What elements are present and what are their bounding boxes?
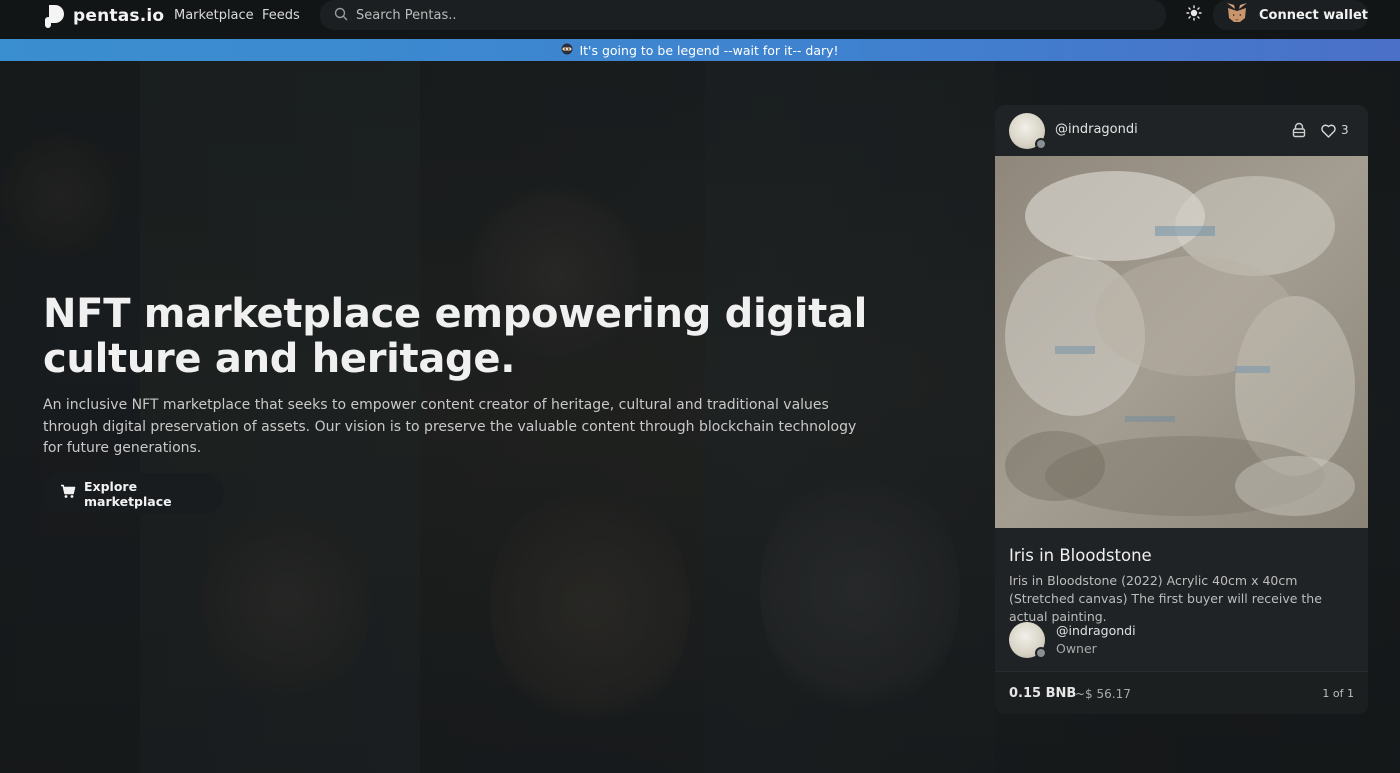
nav-link-feeds[interactable]: Feeds	[262, 8, 300, 23]
hero-description: An inclusive NFT marketplace that seeks …	[43, 397, 857, 456]
verified-badge-icon	[1035, 647, 1047, 659]
like-heart-icon[interactable]	[1321, 123, 1336, 138]
connect-wallet-button[interactable]: Connect wallet	[1213, 0, 1368, 30]
nft-usd-price: ~$ 56.17	[1075, 687, 1131, 701]
nft-price: 0.15 BNB	[1009, 686, 1077, 701]
brand-name: pentas.io	[73, 6, 165, 26]
creator-username[interactable]: @indragondi	[1055, 122, 1138, 137]
shopping-cart-icon	[60, 484, 76, 503]
nft-artwork-image[interactable]	[995, 156, 1368, 528]
nft-edition: 1 of 1	[1322, 687, 1354, 700]
banner-text: It's going to be legend --wait for it-- …	[579, 42, 839, 58]
announcement-banner: It's going to be legend --wait for it-- …	[0, 39, 1400, 61]
nft-title[interactable]: Iris in Bloodstone	[1009, 546, 1152, 565]
explore-marketplace-label: Explore marketplace	[84, 478, 172, 509]
nft-card[interactable]: @indragondi 3 Iris in Bloodstone Iris in…	[995, 105, 1368, 714]
brand-logo[interactable]: pentas.io	[43, 3, 164, 29]
top-navbar: pentas.io Marketplace Feeds Search Penta…	[0, 0, 1400, 39]
theme-toggle-button[interactable]	[1184, 5, 1204, 25]
nav-link-marketplace[interactable]: Marketplace	[174, 8, 254, 23]
search-icon	[334, 6, 348, 25]
like-count: 3	[1341, 123, 1349, 137]
lock-icon	[1291, 122, 1307, 138]
owner-username[interactable]: @indragondi	[1056, 623, 1136, 638]
search-input[interactable]	[356, 7, 1116, 23]
pentas-logo-icon	[43, 3, 67, 29]
nft-card-header: @indragondi 3	[995, 105, 1368, 155]
owner-role-label: Owner	[1056, 641, 1097, 656]
nft-description: Iris in Bloodstone (2022) Acrylic 40cm x…	[1009, 573, 1322, 624]
nft-card-footer: 0.15 BNB ~$ 56.17 1 of 1	[995, 671, 1368, 714]
connect-wallet-label: Connect wallet	[1259, 7, 1368, 23]
owner-avatar[interactable]	[1009, 622, 1047, 659]
verified-badge-icon	[1035, 138, 1047, 150]
ninja-icon	[561, 41, 573, 60]
sun-icon	[1186, 5, 1202, 25]
creator-avatar[interactable]	[1009, 113, 1047, 150]
explore-marketplace-button[interactable]: Explore marketplace	[43, 473, 224, 514]
search-bar[interactable]	[320, 0, 1166, 30]
hero-title: NFT marketplace empowering digital cultu…	[43, 291, 868, 382]
metamask-fox-icon	[1225, 2, 1249, 28]
